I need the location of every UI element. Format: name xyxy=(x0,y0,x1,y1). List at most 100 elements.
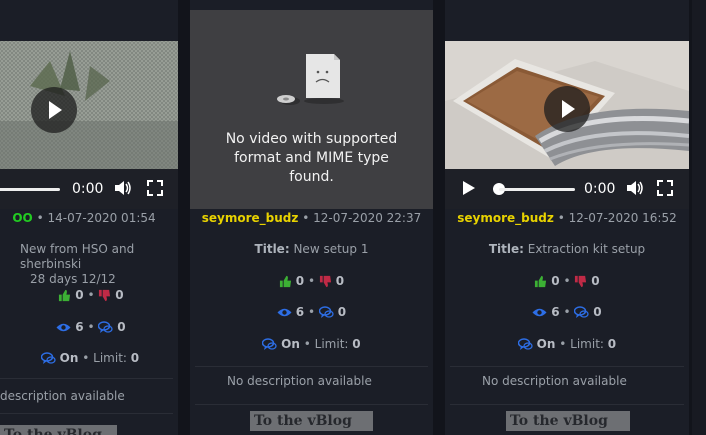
limit-label: Limit: xyxy=(570,337,604,351)
comments-setting-row: On • Limit: 0 xyxy=(445,336,689,352)
comments-status: On xyxy=(536,337,556,351)
video-controls: 0:00 xyxy=(445,169,689,209)
thumbs-down-icon[interactable] xyxy=(574,275,587,288)
time-display: 0:00 xyxy=(584,181,616,197)
limit-value: 0 xyxy=(607,337,617,351)
limit-label: Limit: xyxy=(93,351,127,365)
comment-bubbles-icon xyxy=(517,338,533,350)
like-count: 0 xyxy=(551,274,560,288)
separator: • xyxy=(307,274,316,288)
limit-label: Limit: xyxy=(314,337,349,351)
separator: • xyxy=(557,211,565,225)
separator: • xyxy=(82,351,90,365)
separator: • xyxy=(303,337,311,351)
seek-bar[interactable] xyxy=(0,188,60,191)
post-date: 14-07-2020 01:54 xyxy=(47,211,156,225)
eye-icon xyxy=(532,308,547,317)
video-thumbnail[interactable] xyxy=(445,41,689,169)
to-vblog-label: To the vBlog xyxy=(254,413,352,429)
limit-value: 0 xyxy=(352,337,361,351)
vlog-card: 0:00 OO • 14-07-2020 01:54 New from HSO … xyxy=(0,0,178,435)
play-overlay-button[interactable] xyxy=(544,86,590,132)
thumbs-down-icon[interactable] xyxy=(319,275,332,288)
post-date: 12-07-2020 22:37 xyxy=(313,211,422,225)
play-icon[interactable] xyxy=(463,181,475,195)
video-frame-image xyxy=(0,41,178,169)
thumbs-up-icon[interactable] xyxy=(58,289,71,302)
comment-bubbles-icon xyxy=(98,321,114,333)
comments-status: On xyxy=(281,337,300,351)
stats-row: 6 • 0 xyxy=(0,319,178,335)
to-vblog-button[interactable]: To the vBlog xyxy=(506,411,630,435)
title-label: Title: xyxy=(488,242,524,256)
divider xyxy=(0,378,173,379)
separator: • xyxy=(87,320,95,334)
volume-icon[interactable] xyxy=(114,180,132,196)
like-count: 0 xyxy=(295,274,305,288)
view-count: 6 xyxy=(551,305,560,319)
post-meta: OO • 14-07-2020 01:54 xyxy=(0,211,178,225)
eye-icon xyxy=(56,323,71,332)
vlog-card: No video with supported format and MIME … xyxy=(190,0,433,435)
divider xyxy=(195,404,428,405)
comment-count: 0 xyxy=(117,320,126,334)
thumbs-up-icon[interactable] xyxy=(534,275,547,288)
title-text: Extraction kit setup xyxy=(527,242,646,256)
fullscreen-icon[interactable] xyxy=(657,180,673,196)
divider xyxy=(450,366,684,367)
video-description: description available xyxy=(0,389,125,403)
comment-bubbles-icon xyxy=(318,306,334,318)
to-vblog-button[interactable]: To the vBlog xyxy=(250,411,373,435)
comment-count: 0 xyxy=(593,305,602,319)
comment-count: 0 xyxy=(337,305,347,319)
post-meta: seymore_budz • 12-07-2020 16:52 xyxy=(445,211,689,225)
video-description: No description available xyxy=(227,374,372,388)
comments-setting-row: On • Limit: 0 xyxy=(0,350,178,366)
separator: • xyxy=(563,274,571,288)
error-message: No video with supported format and MIME … xyxy=(225,131,398,185)
dislike-count: 0 xyxy=(115,288,124,302)
video-title: Title: New setup 1 xyxy=(190,242,433,257)
post-meta: seymore_budz • 12-07-2020 22:37 xyxy=(190,211,433,225)
title-line-1: New from HSO and sherbinski xyxy=(20,242,135,271)
seek-bar[interactable] xyxy=(499,188,575,191)
eye-icon xyxy=(277,308,292,317)
author-link[interactable]: OO xyxy=(12,211,32,225)
video-error-panel: No video with supported format and MIME … xyxy=(190,10,433,209)
stats-row: 6 • 0 xyxy=(445,304,689,320)
thumbs-down-icon[interactable] xyxy=(98,289,111,302)
video-thumbnail[interactable] xyxy=(0,41,178,169)
post-date: 12-07-2020 16:52 xyxy=(568,211,677,225)
dislike-count: 0 xyxy=(591,274,600,288)
author-link[interactable]: seymore_budz xyxy=(202,211,299,225)
separator: • xyxy=(36,211,44,225)
comment-bubbles-icon xyxy=(262,338,277,350)
comment-bubbles-icon xyxy=(574,306,590,318)
rating-row: 0 • 0 xyxy=(0,287,178,303)
like-count: 0 xyxy=(75,288,84,302)
sad-file-icon xyxy=(277,54,344,105)
separator: • xyxy=(307,305,316,319)
comment-bubbles-icon xyxy=(40,352,56,364)
thumbs-up-icon[interactable] xyxy=(279,275,292,288)
time-display: 0:00 xyxy=(72,181,104,197)
author-link[interactable]: seymore_budz xyxy=(457,211,554,225)
volume-icon[interactable] xyxy=(626,180,644,196)
rating-row: 0 • 0 xyxy=(445,273,689,289)
separator: • xyxy=(302,211,310,225)
separator: • xyxy=(563,305,571,319)
video-description: No description available xyxy=(482,374,627,388)
dislike-count: 0 xyxy=(335,274,345,288)
fullscreen-icon[interactable] xyxy=(147,180,163,196)
play-overlay-button[interactable] xyxy=(31,87,77,133)
to-vblog-label: To the vBlog xyxy=(4,427,102,435)
video-title: Title: Extraction kit setup xyxy=(445,242,689,257)
title-text: New setup 1 xyxy=(293,242,369,256)
page-scrollbar[interactable] xyxy=(692,0,706,435)
comments-setting-row: On • Limit: 0 xyxy=(190,336,433,352)
divider xyxy=(450,404,684,405)
to-vblog-button[interactable]: To the vBlog xyxy=(0,425,117,435)
separator: • xyxy=(87,288,95,302)
comments-status: On xyxy=(59,351,79,365)
divider xyxy=(0,413,173,414)
